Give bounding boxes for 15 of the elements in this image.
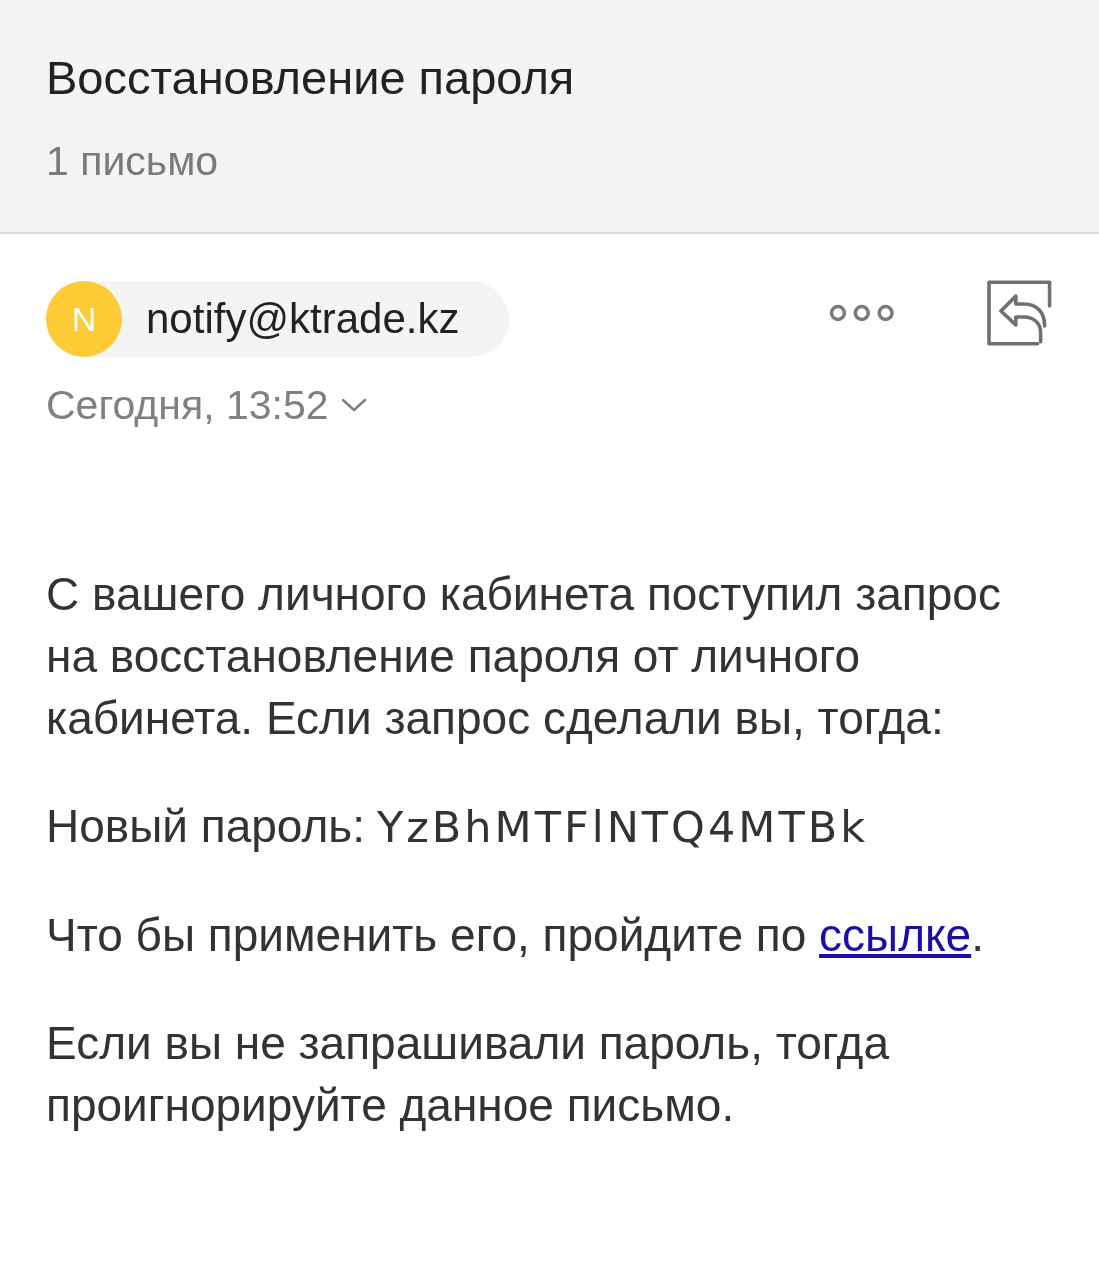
message-count: 1 письмо <box>46 139 220 183</box>
chevron-down-icon[interactable] <box>340 398 367 412</box>
thread-title: Восстановление пароля <box>46 52 576 104</box>
password-label: Новый пароль: <box>46 799 365 854</box>
sender-email: notify@ktrade.kz <box>146 294 460 344</box>
password-value: YzBhMTFlNTQ4MTBk <box>377 801 869 854</box>
sender-chip[interactable]: N notify@ktrade.kz <box>46 281 509 357</box>
body-paragraph: Что бы применить его, пройдите по ссылке. <box>46 908 985 963</box>
body-paragraph: Если вы не запрашивали пароль, тогда проигнорируйте данное письмо. <box>46 1016 890 1133</box>
reply-icon[interactable] <box>987 280 1053 346</box>
link[interactable]: ссылке <box>819 909 972 961</box>
sender-avatar: N <box>46 281 122 357</box>
message-date: Сегодня, 13:52 <box>46 381 329 429</box>
body-paragraph: С вашего личного кабинета поступил запрос на восстановление пароля от личного кабинета. Если запрос сделали вы, тогда: <box>46 567 1002 746</box>
more-icon[interactable] <box>828 304 895 322</box>
